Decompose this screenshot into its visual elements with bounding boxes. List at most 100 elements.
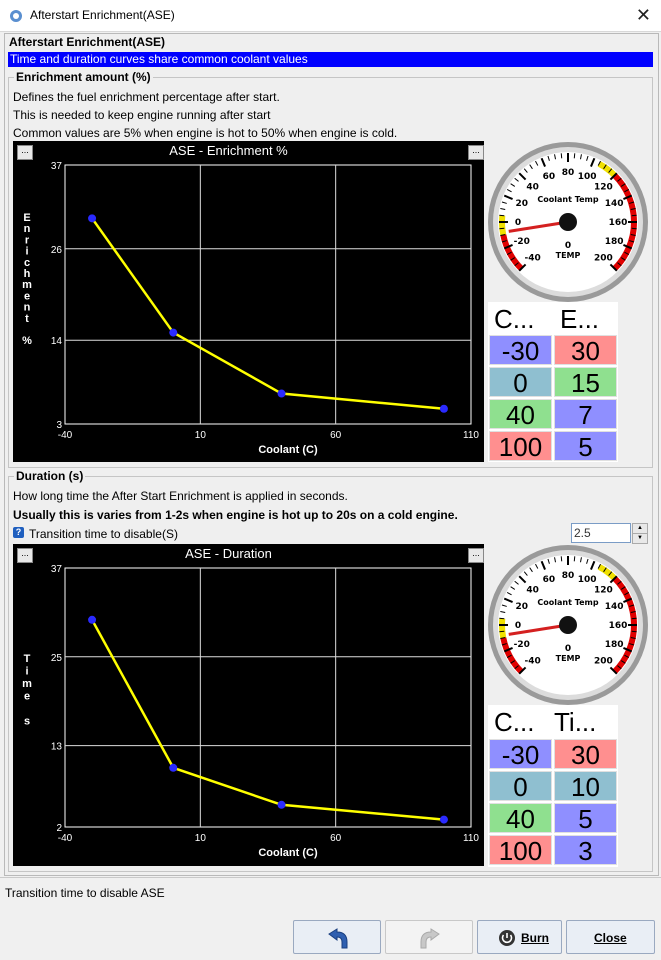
gauge-title: Coolant Temp [537, 598, 598, 607]
y-tick-label: 25 [51, 653, 63, 664]
enrichment-chart[interactable]: ASE - Enrichment % -40 10 60 110 37 26 14 3 Coola… [13, 141, 484, 462]
undo-button[interactable] [293, 920, 381, 954]
table-cell[interactable]: 40 [489, 803, 552, 834]
coolant-temp-gauge: -40 -20 0 20 40 60 80 100120 140 160 180 200 Coolant… [488, 545, 648, 705]
gauge-tick-label: 120 [594, 183, 613, 193]
burn-button[interactable]: Burn [477, 920, 562, 954]
enrichment-desc-3: Common values are 5% when engine is hot … [13, 126, 398, 140]
title-bar: Afterstart Enrichment(ASE) ✕ [0, 0, 661, 32]
gauge-tick-label: 60 [543, 575, 556, 585]
table-cell[interactable]: 0 [489, 367, 552, 398]
table-cell[interactable]: 10 [554, 771, 617, 802]
series-line [90, 619, 445, 821]
x-tick-label: 60 [330, 833, 342, 844]
enrichment-chart-menu-right-button[interactable]: ... [468, 145, 484, 160]
y-tick-label: 26 [51, 245, 63, 256]
gauge-tick-label: 0 [515, 218, 521, 228]
gauge-tick-label: -40 [525, 656, 541, 666]
table-cell[interactable]: 30 [554, 739, 617, 770]
table-cell[interactable]: 7 [554, 399, 617, 430]
gauge-tick-label: 180 [605, 237, 624, 247]
x-tick-label: 10 [195, 833, 207, 844]
data-point[interactable] [169, 328, 178, 337]
table-cell[interactable]: 5 [554, 803, 617, 834]
table-cell[interactable]: 0 [489, 771, 552, 802]
coolant-temp-gauge: -40 -20 0 20 40 60 80 100120 140 160 180 200 Coolant… [488, 142, 648, 302]
gauge-tick-label: 120 [594, 586, 613, 596]
data-point[interactable] [88, 615, 97, 624]
close-icon[interactable]: ✕ [636, 5, 651, 26]
duration-chart[interactable]: ASE - Duration -40 10 60 110 37 25 13 2 Coolant (… [13, 544, 484, 866]
duration-desc-2: Usually this is varies from 1-2s when en… [13, 508, 458, 522]
gauge-tick-label: 200 [594, 253, 613, 263]
data-point[interactable] [277, 800, 286, 809]
gauge-tick-label: 20 [516, 199, 529, 209]
gauge-zone [499, 215, 507, 236]
gauge-title: Coolant Temp [537, 195, 598, 204]
duration-table: C... Ti... -30 30 0 10 40 5 100 3 [488, 705, 618, 867]
y-tick-label: 13 [51, 742, 63, 753]
gauge-zone [499, 618, 507, 639]
enrichment-table-header-enrichment: E... [560, 304, 600, 334]
gauge-tick-label: 140 [605, 199, 624, 209]
transition-time-spinner[interactable]: ▲ ▼ [571, 523, 648, 544]
gauge-tick-label: 100 [578, 172, 597, 182]
table-cell[interactable]: 100 [489, 835, 552, 866]
x-tick-label: 110 [463, 833, 479, 844]
table-cell[interactable]: 100 [489, 431, 552, 462]
gauge-tick-label: 40 [526, 586, 539, 596]
y-tick-label: 14 [51, 336, 63, 347]
data-point[interactable] [439, 815, 448, 824]
gauge-units: TEMP [556, 654, 581, 663]
chart-title: ASE - Enrichment % [169, 143, 288, 158]
gauge-hub [559, 213, 577, 231]
spinner-down-icon[interactable]: ▼ [632, 533, 648, 544]
help-icon[interactable]: ? [13, 527, 24, 538]
data-point[interactable] [88, 214, 97, 223]
x-axis-label: Coolant (C) [258, 847, 318, 859]
gauge-tick-label: -20 [514, 640, 530, 650]
duration-chart-menu-right-button[interactable]: ... [468, 548, 484, 563]
gauge-tick-label: 0 [515, 621, 521, 631]
table-cell[interactable]: -30 [489, 739, 552, 770]
duration-table-header-coolant: C... [494, 707, 535, 737]
table-cell[interactable]: 5 [554, 431, 617, 462]
x-tick-label: 10 [195, 430, 207, 441]
plot-area [64, 567, 472, 828]
data-point[interactable] [277, 389, 286, 398]
data-point[interactable] [439, 404, 448, 413]
enrichment-group-title: Enrichment amount (%) [14, 70, 153, 84]
gauge-readout: 0 [565, 241, 571, 251]
transition-time-input[interactable] [571, 523, 631, 543]
gauge-tick-label: 100 [578, 575, 597, 585]
enrichment-chart-menu-left-button[interactable]: ... [17, 145, 33, 160]
power-icon [499, 930, 515, 946]
x-tick-label: 110 [463, 430, 479, 441]
table-cell[interactable]: 3 [554, 835, 617, 866]
gauge-tick-label: -20 [514, 237, 530, 247]
duration-group-title: Duration (s) [14, 469, 86, 483]
gauge-tick-label: 80 [562, 571, 575, 581]
status-text: Transition time to disable ASE [5, 886, 165, 900]
table-cell[interactable]: -30 [489, 335, 552, 366]
gauge-tick-label: 60 [543, 172, 556, 182]
redo-button[interactable] [385, 920, 473, 954]
x-tick-label: -40 [58, 833, 73, 844]
chart-svg: ASE - Enrichment % -40 10 60 110 37 26 14 3 Coola… [22, 143, 479, 456]
enrichment-table: C... E... -30 30 0 15 40 7 100 5 [488, 302, 618, 462]
close-button[interactable]: Close [566, 920, 655, 954]
gauge-tick-label: 20 [516, 602, 529, 612]
table-cell[interactable]: 40 [489, 399, 552, 430]
duration-chart-menu-left-button[interactable]: ... [17, 548, 33, 563]
burn-button-label: Burn [521, 931, 549, 945]
gauge-tick-label: 140 [605, 602, 624, 612]
window-title: Afterstart Enrichment(ASE) [30, 8, 175, 22]
gauge-tick-label: 200 [594, 656, 613, 666]
gauge-tick-label: 180 [605, 640, 624, 650]
data-point[interactable] [169, 763, 178, 772]
info-banner: Time and duration curves share common co… [8, 52, 653, 67]
gauge-tick-label: 160 [609, 621, 628, 631]
table-cell[interactable]: 15 [554, 367, 617, 398]
app-icon [10, 10, 22, 22]
table-cell[interactable]: 30 [554, 335, 617, 366]
